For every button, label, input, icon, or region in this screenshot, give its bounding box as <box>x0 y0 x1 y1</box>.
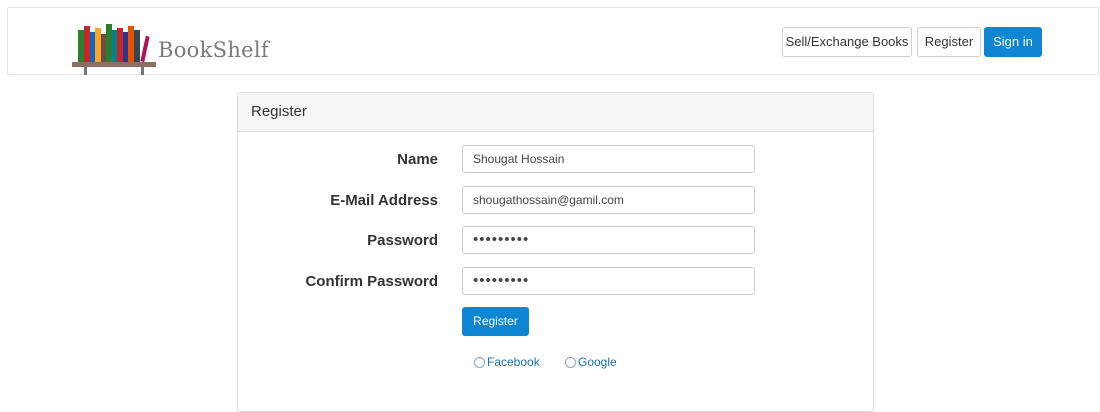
name-label: Name <box>397 151 438 168</box>
register-panel: Register Name Shougat Hossain E-Mail Add… <box>237 92 874 412</box>
email-field[interactable]: shougathossain@gamil.com <box>462 186 755 214</box>
sign-in-button[interactable]: Sign in <box>984 27 1042 57</box>
password-label: Password <box>367 232 438 249</box>
register-submit-button[interactable]: Register <box>462 307 529 336</box>
google-option[interactable]: Google <box>565 355 617 369</box>
register-nav-button[interactable]: Register <box>917 27 981 57</box>
name-row: Name Shougat Hossain <box>238 145 875 175</box>
brand-name: BookShelf <box>158 38 269 62</box>
confirm-password-field[interactable]: ••••••••• <box>462 267 755 295</box>
facebook-label: Facebook <box>487 355 540 369</box>
panel-title: Register <box>238 93 873 132</box>
brand-logo[interactable]: BookShelf <box>72 16 272 76</box>
facebook-option[interactable]: Facebook <box>474 355 540 369</box>
google-label: Google <box>578 355 617 369</box>
password-field[interactable]: ••••••••• <box>462 226 755 254</box>
name-field[interactable]: Shougat Hossain <box>462 145 755 173</box>
confirm-password-row: Confirm Password ••••••••• <box>238 267 875 297</box>
radio-circle-icon <box>565 357 576 368</box>
navbar: BookShelf Sell/Exchange Books Register S… <box>7 7 1099 75</box>
email-label: E-Mail Address <box>330 192 438 209</box>
confirm-password-label: Confirm Password <box>305 273 438 290</box>
password-row: Password ••••••••• <box>238 226 875 256</box>
email-row: E-Mail Address shougathossain@gamil.com <box>238 186 875 216</box>
bookshelf-icon <box>72 24 156 75</box>
radio-circle-icon <box>474 357 485 368</box>
sell-exchange-books-button[interactable]: Sell/Exchange Books <box>782 27 912 57</box>
